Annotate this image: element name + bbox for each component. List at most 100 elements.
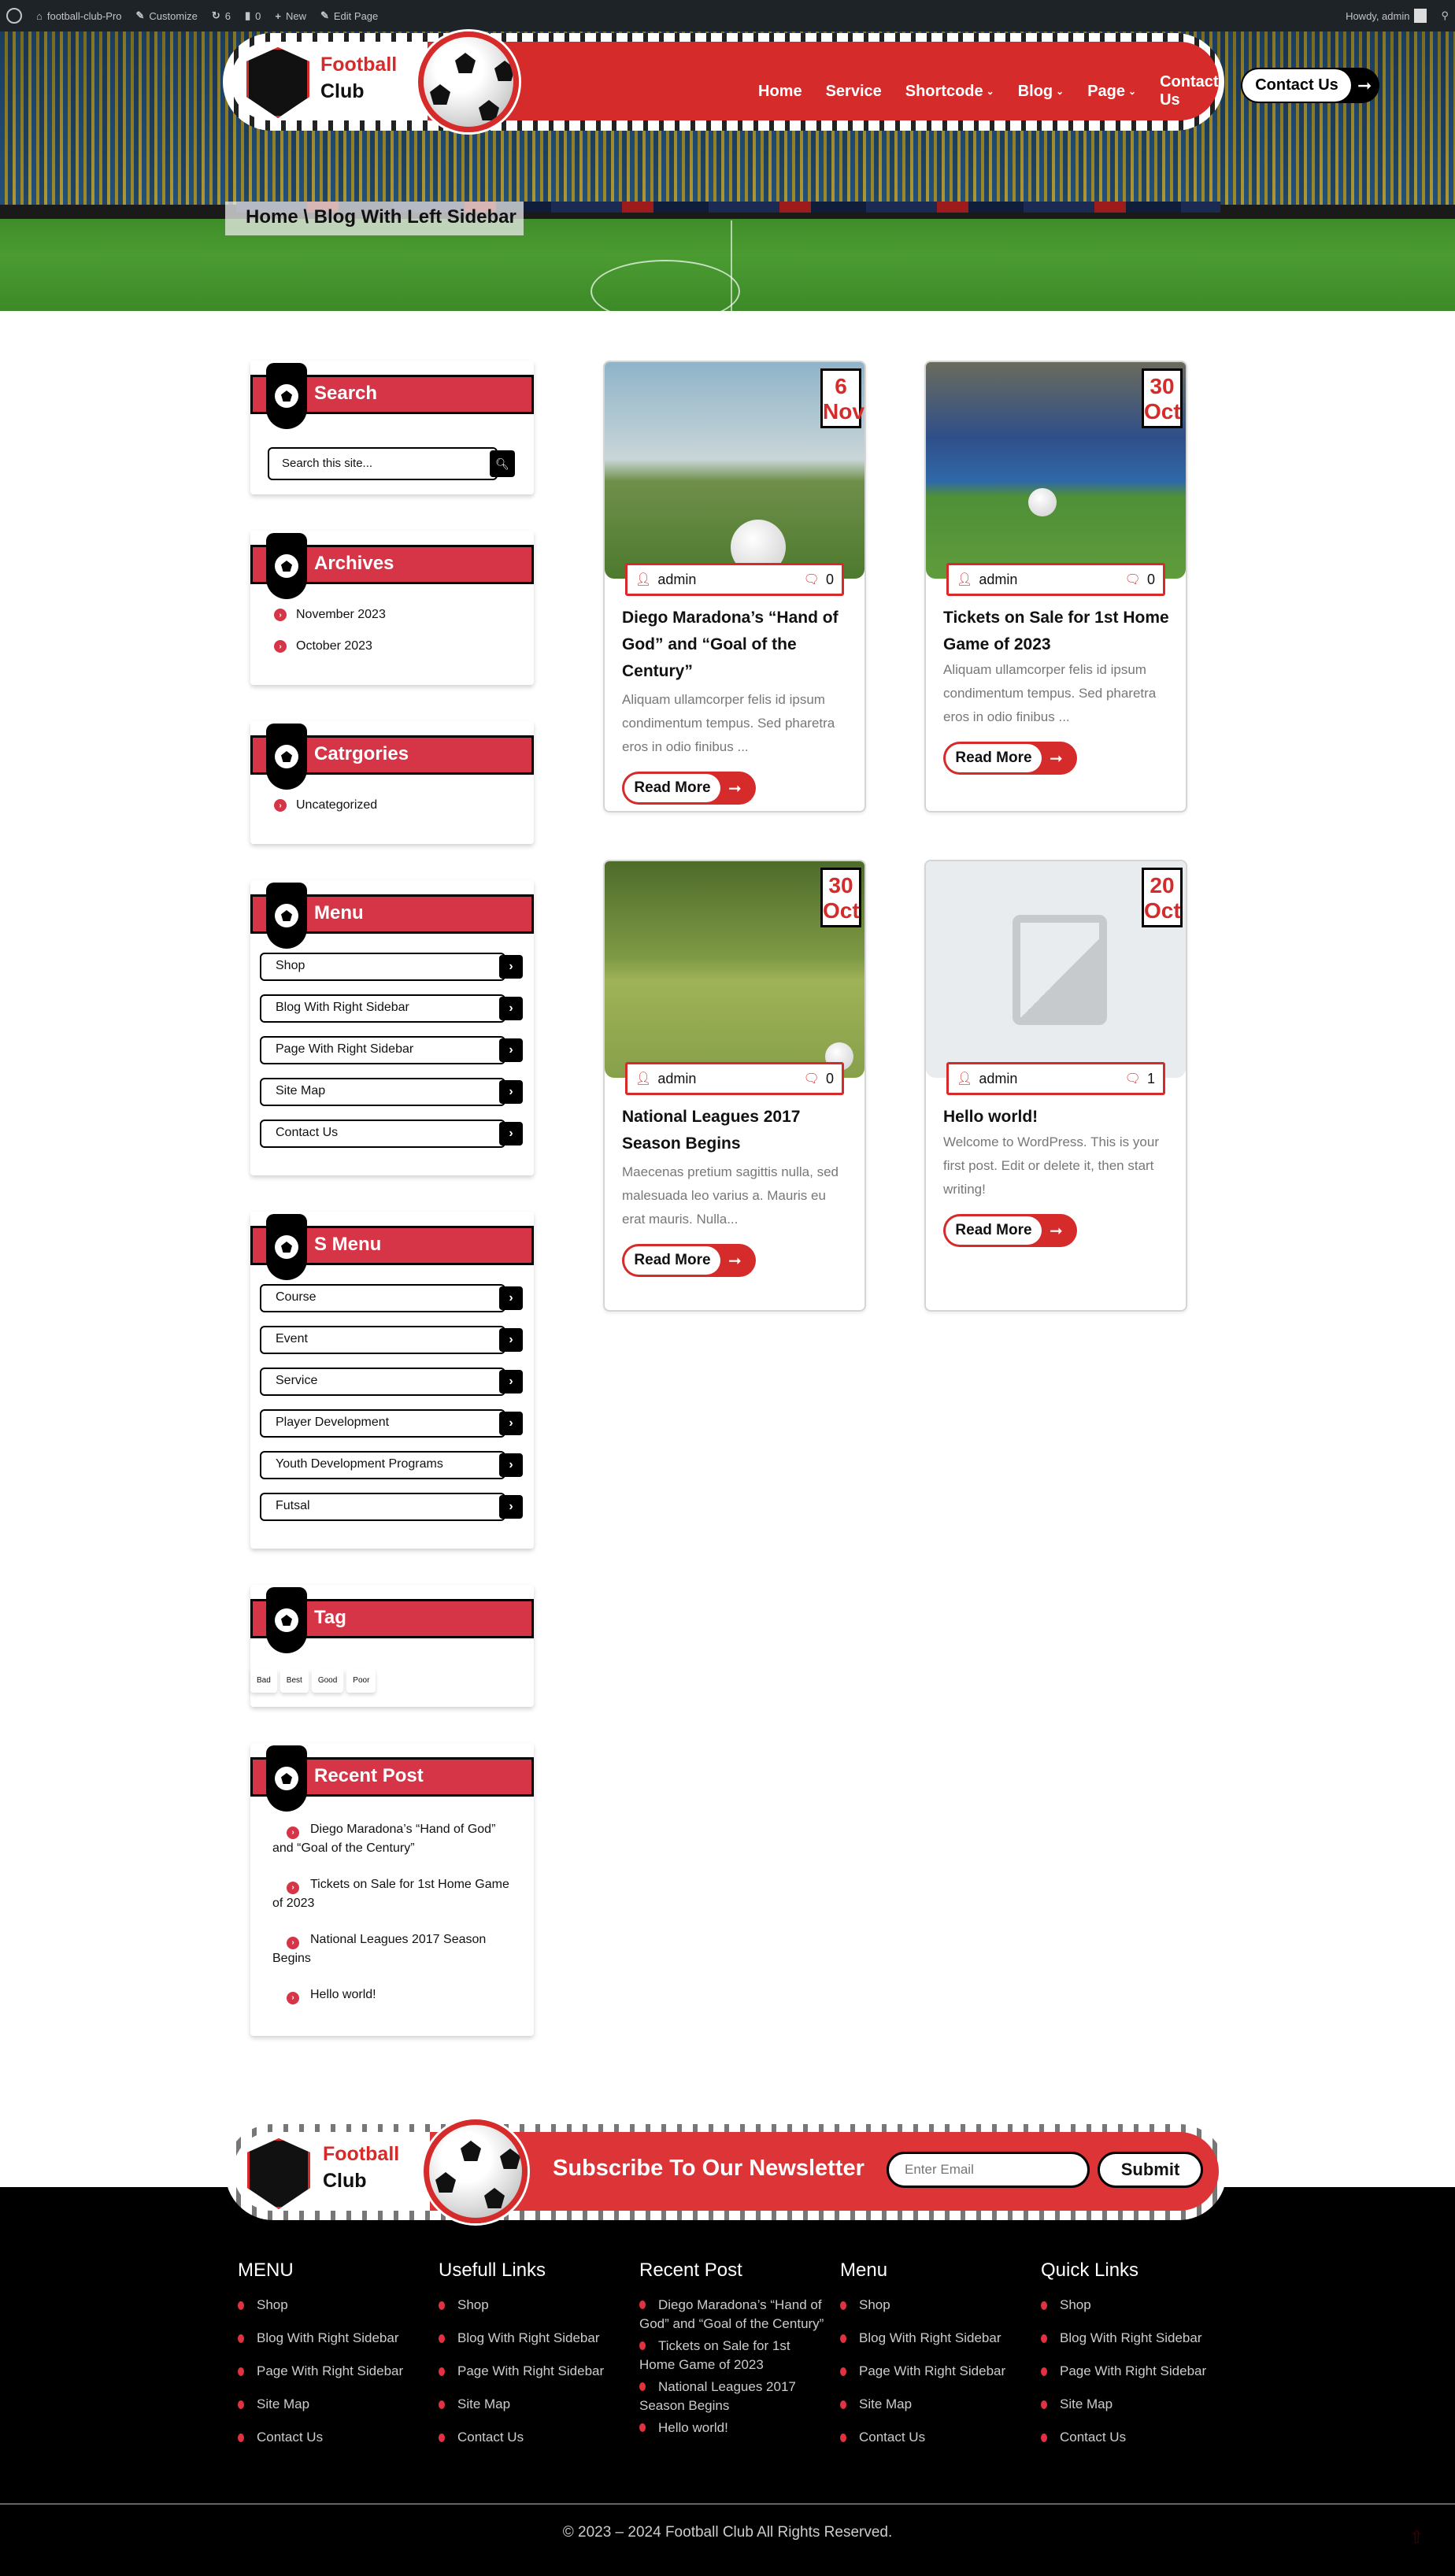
post-author[interactable]: admin [979, 1071, 1017, 1087]
footer-link[interactable]: Contact Us [439, 2428, 628, 2447]
chevron-right-icon[interactable]: › [499, 1495, 523, 1519]
post-author[interactable]: admin [657, 572, 696, 588]
menu-item[interactable]: Youth Development Programs › [260, 1451, 523, 1479]
footer-link[interactable]: Hello world! [639, 2419, 828, 2437]
footer-link[interactable]: Site Map [439, 2395, 628, 2414]
comment-count[interactable]: 0 [826, 1071, 834, 1087]
menu-item[interactable]: Service › [260, 1368, 523, 1396]
footer-link[interactable]: Site Map [840, 2395, 1029, 2414]
newsletter-email-input[interactable] [887, 2152, 1090, 2188]
footer-link[interactable]: Blog With Right Sidebar [439, 2329, 628, 2348]
nav-item-service[interactable]: Service [826, 73, 882, 109]
footer-link[interactable]: Shop [1041, 2296, 1230, 2315]
comment-count[interactable]: 0 [826, 572, 834, 588]
chevron-right-icon[interactable]: › [499, 955, 523, 979]
footer-link[interactable]: Shop [840, 2296, 1029, 2315]
contact-us-button[interactable]: Contact Us ➞ [1241, 68, 1379, 103]
footer-link[interactable]: Blog With Right Sidebar [840, 2329, 1029, 2348]
chevron-right-icon[interactable]: › [499, 997, 523, 1020]
site-logo[interactable] [246, 47, 309, 118]
list-item[interactable]: › Uncategorized [274, 798, 523, 812]
recent-post-link[interactable]: › Tickets on Sale for 1st Home Game of 20… [272, 1875, 515, 1913]
footer-link[interactable]: Blog With Right Sidebar [1041, 2329, 1230, 2348]
chevron-right-icon[interactable]: › [499, 1122, 523, 1146]
footer-link[interactable]: Contact Us [840, 2428, 1029, 2447]
footer-logo[interactable] [247, 2138, 310, 2209]
widget-body: › Diego Maradona’s “Hand of God” and “Goa… [250, 1797, 534, 2004]
post-author[interactable]: admin [657, 1071, 696, 1087]
admin-customize-link[interactable]: ✎ Customize [136, 9, 198, 22]
tag-link[interactable]: Bad [250, 1668, 277, 1693]
brand-name-line2[interactable]: Club [320, 80, 365, 103]
menu-item[interactable]: Contact Us › [260, 1120, 523, 1148]
tag-link[interactable]: Good [311, 1668, 344, 1693]
menu-item[interactable]: Site Map › [260, 1078, 523, 1106]
admin-account[interactable]: Howdy, admin [1346, 9, 1427, 23]
back-to-top-icon[interactable]: ⇧ [1409, 2527, 1424, 2548]
list-item[interactable]: › November 2023 [274, 608, 523, 622]
chevron-right-icon[interactable]: › [499, 1038, 523, 1062]
nav-item-contact-us[interactable]: Contact Us [1160, 73, 1219, 109]
footer-link[interactable]: Contact Us [238, 2428, 427, 2447]
footer-link[interactable]: Contact Us [1041, 2428, 1230, 2447]
menu-item[interactable]: Shop › [260, 953, 523, 981]
admin-search-icon[interactable]: ⚲ [1441, 9, 1449, 22]
wordpress-logo-icon[interactable] [6, 8, 22, 24]
footer-link[interactable]: Diego Maradona’s “Hand of God” and “Goal… [639, 2296, 828, 2334]
nav-item-blog[interactable]: Blog ⌄ [1018, 73, 1064, 109]
list-item[interactable]: › October 2023 [274, 639, 523, 653]
read-more-button[interactable]: Read More ➞ [622, 1244, 756, 1277]
brand-name[interactable]: Football [320, 54, 397, 76]
footer-link[interactable]: Shop [439, 2296, 628, 2315]
admin-edit-page-link[interactable]: ✎ Edit Page [320, 9, 378, 22]
recent-post-link[interactable]: › Diego Maradona’s “Hand of God” and “Goa… [272, 1820, 515, 1858]
post-title[interactable]: Hello world! [943, 1104, 1172, 1131]
menu-item[interactable]: Page With Right Sidebar › [260, 1036, 523, 1064]
menu-item[interactable]: Course › [260, 1284, 523, 1312]
menu-item[interactable]: Event › [260, 1326, 523, 1354]
chevron-right-icon[interactable]: › [499, 1412, 523, 1435]
tag-link[interactable]: Poor [346, 1668, 376, 1693]
chevron-right-icon[interactable]: › [499, 1370, 523, 1393]
nav-item-page[interactable]: Page ⌄ [1087, 73, 1136, 109]
post-title[interactable]: Tickets on Sale for 1st Home Game of 202… [943, 605, 1172, 658]
footer-link[interactable]: Page With Right Sidebar [840, 2362, 1029, 2381]
post-title[interactable]: Diego Maradona’s “Hand of God” and “Goal… [622, 605, 850, 685]
read-more-button[interactable]: Read More ➞ [943, 1214, 1077, 1247]
recent-post-link[interactable]: › National Leagues 2017 Season Begins [272, 1930, 515, 1968]
admin-comments-link[interactable]: ▮ 0 [245, 9, 261, 22]
chevron-right-icon[interactable]: › [499, 1080, 523, 1104]
footer-link[interactable]: Site Map [238, 2395, 427, 2414]
footer-link[interactable]: National Leagues 2017 Season Begins [639, 2378, 828, 2415]
admin-new-link[interactable]: + New [275, 10, 306, 22]
menu-item[interactable]: Futsal › [260, 1493, 523, 1521]
chevron-right-icon[interactable]: › [499, 1328, 523, 1352]
footer-link[interactable]: Blog With Right Sidebar [238, 2329, 427, 2348]
comment-count[interactable]: 1 [1147, 1071, 1155, 1087]
newsletter-submit-button[interactable]: Submit [1098, 2152, 1203, 2188]
footer-link[interactable]: Page With Right Sidebar [1041, 2362, 1230, 2381]
tag-link[interactable]: Best [280, 1668, 309, 1693]
footer-link[interactable]: Page With Right Sidebar [439, 2362, 628, 2381]
copyright: © 2023 – 2024 Football Club All Rights R… [562, 2524, 893, 2541]
read-more-button[interactable]: Read More ➞ [943, 742, 1077, 775]
nav-item-home[interactable]: Home [758, 73, 802, 109]
admin-site-link[interactable]: ⌂ football-club-Pro [36, 10, 122, 22]
post-title[interactable]: National Leagues 2017 Season Begins [622, 1104, 850, 1157]
chevron-right-icon[interactable]: › [499, 1453, 523, 1477]
menu-item[interactable]: Blog With Right Sidebar › [260, 994, 523, 1023]
admin-updates-link[interactable]: ↻ 6 [212, 9, 231, 22]
footer-link[interactable]: Shop [238, 2296, 427, 2315]
search-button[interactable]: 🔍︎ [490, 450, 515, 477]
nav-item-shortcode[interactable]: Shortcode ⌄ [905, 73, 994, 109]
menu-item[interactable]: Player Development › [260, 1409, 523, 1438]
read-more-button[interactable]: Read More ➞ [622, 772, 756, 805]
comment-count[interactable]: 0 [1147, 572, 1155, 588]
post-author[interactable]: admin [979, 572, 1017, 588]
footer-link[interactable]: Tickets on Sale for 1st Home Game of 202… [639, 2337, 828, 2374]
chevron-right-icon[interactable]: › [499, 1286, 523, 1310]
recent-post-link[interactable]: › Hello world! [272, 1986, 515, 2004]
footer-link[interactable]: Page With Right Sidebar [238, 2362, 427, 2381]
footer-link[interactable]: Site Map [1041, 2395, 1230, 2414]
search-input[interactable] [268, 447, 498, 480]
